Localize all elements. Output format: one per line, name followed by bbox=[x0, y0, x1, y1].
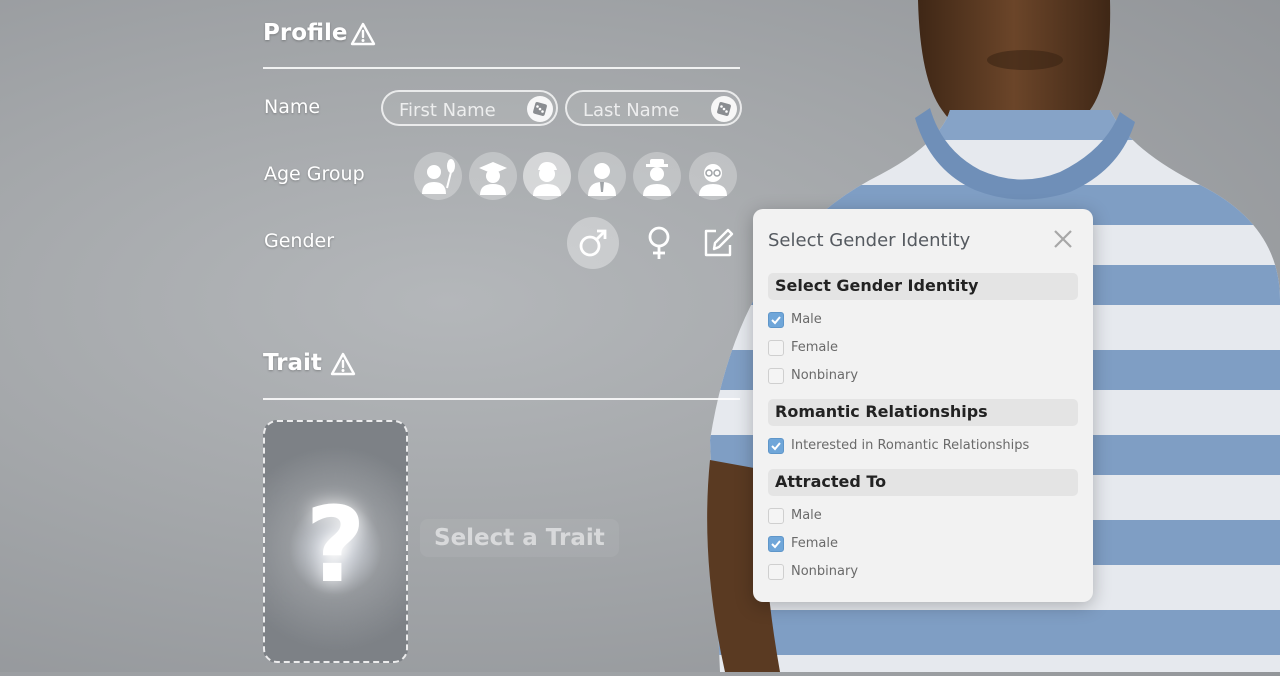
check-icon bbox=[771, 540, 781, 549]
trait-title: Trait bbox=[263, 350, 322, 376]
first-name-input[interactable] bbox=[397, 97, 521, 123]
elder-hat-icon bbox=[643, 159, 671, 196]
age-group-student-button[interactable] bbox=[469, 152, 517, 200]
elder-glasses-icon bbox=[699, 164, 727, 196]
adult-icon bbox=[588, 163, 616, 196]
option-label: Female bbox=[791, 340, 839, 355]
group-header-label: Select Gender Identity bbox=[775, 276, 979, 295]
close-popup-button[interactable] bbox=[1051, 227, 1075, 251]
profile-divider bbox=[263, 67, 740, 69]
age-group-elder-button[interactable] bbox=[633, 152, 681, 200]
checkbox-unchecked[interactable] bbox=[768, 508, 784, 524]
option-identity-female[interactable]: Female bbox=[768, 338, 1078, 358]
young-adult-icon bbox=[533, 162, 561, 196]
gender-custom-button[interactable] bbox=[692, 217, 744, 269]
graduate-icon bbox=[479, 162, 507, 195]
profile-panel: Profile Name First Name Last Name Age Gr… bbox=[0, 0, 760, 672]
popup-title: Select Gender Identity bbox=[768, 230, 971, 251]
name-label: Name bbox=[264, 96, 321, 118]
group-header-label: Romantic Relationships bbox=[775, 402, 988, 421]
character-creator-screen: Profile Name First Name Last Name Age Gr… bbox=[0, 0, 1280, 672]
dice-icon bbox=[533, 102, 547, 116]
group-header-romantic-relationships: Romantic Relationships bbox=[768, 399, 1078, 426]
checkbox-unchecked[interactable] bbox=[768, 340, 784, 356]
profile-title: Profile bbox=[263, 20, 348, 46]
randomize-last-name-button[interactable] bbox=[711, 96, 737, 122]
group-header-label: Attracted To bbox=[775, 472, 887, 491]
dice-icon bbox=[717, 102, 731, 116]
group-header-attracted-to: Attracted To bbox=[768, 469, 1078, 496]
close-icon bbox=[1054, 230, 1072, 248]
randomize-first-name-button[interactable] bbox=[527, 96, 553, 122]
option-interested-romance[interactable]: Interested in Romantic Relationships bbox=[768, 436, 1078, 456]
option-label: Male bbox=[791, 312, 822, 327]
option-label: Interested in Romantic Relationships bbox=[791, 438, 1030, 453]
group-header-gender-identity: Select Gender Identity bbox=[768, 273, 1078, 300]
option-identity-male[interactable]: Male bbox=[768, 310, 1078, 330]
option-attracted-female[interactable]: Female bbox=[768, 534, 1078, 554]
check-icon bbox=[771, 316, 781, 325]
checkbox-checked[interactable] bbox=[768, 536, 784, 552]
option-label: Nonbinary bbox=[791, 368, 859, 383]
last-name-field[interactable] bbox=[565, 90, 742, 126]
baby-icon bbox=[422, 159, 455, 194]
edit-icon bbox=[704, 228, 734, 257]
male-symbol-icon bbox=[579, 229, 607, 257]
trait-card-slot[interactable]: ? bbox=[263, 420, 408, 663]
gender-label: Gender bbox=[264, 230, 335, 252]
female-symbol-icon bbox=[648, 226, 670, 259]
check-icon bbox=[771, 442, 781, 451]
first-name-field[interactable] bbox=[381, 90, 558, 126]
option-label: Female bbox=[791, 536, 839, 551]
age-group-adult-button[interactable] bbox=[578, 152, 626, 200]
gender-female-button[interactable] bbox=[633, 217, 685, 269]
warning-icon bbox=[350, 22, 376, 46]
last-name-input[interactable] bbox=[581, 97, 705, 123]
select-trait-button[interactable]: Select a Trait bbox=[420, 519, 619, 557]
option-label: Nonbinary bbox=[791, 564, 859, 579]
option-identity-nonbinary[interactable]: Nonbinary bbox=[768, 366, 1078, 386]
option-attracted-nonbinary[interactable]: Nonbinary bbox=[768, 562, 1078, 582]
question-mark-icon: ? bbox=[305, 484, 366, 606]
age-group-senior-button[interactable] bbox=[689, 152, 737, 200]
gender-male-button[interactable] bbox=[567, 217, 619, 269]
checkbox-checked[interactable] bbox=[768, 438, 784, 454]
age-group-label: Age Group bbox=[264, 163, 365, 185]
option-label: Male bbox=[791, 508, 822, 523]
checkbox-unchecked[interactable] bbox=[768, 564, 784, 580]
checkbox-unchecked[interactable] bbox=[768, 368, 784, 384]
option-attracted-male[interactable]: Male bbox=[768, 506, 1078, 526]
checkbox-checked[interactable] bbox=[768, 312, 784, 328]
age-group-baby-button[interactable] bbox=[414, 152, 462, 200]
trait-divider bbox=[263, 398, 740, 400]
gender-identity-popup: Select Gender Identity Select Gender Ide… bbox=[753, 209, 1093, 602]
warning-icon bbox=[330, 352, 356, 376]
age-group-young-adult-button[interactable] bbox=[523, 152, 571, 200]
